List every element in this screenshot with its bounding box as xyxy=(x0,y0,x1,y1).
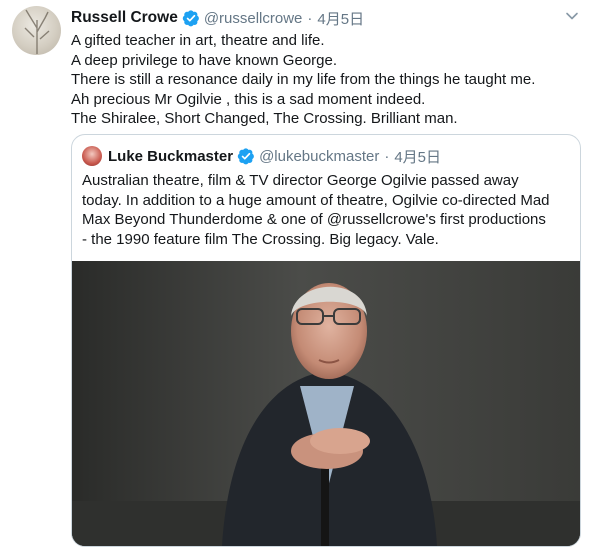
quoted-tweet-line: - the 1990 feature film The Crossing. Bi… xyxy=(82,230,439,248)
quoted-tweet-photo[interactable] xyxy=(72,261,580,546)
tweet-body: A gifted teacher in art, theatre and lif… xyxy=(71,31,571,129)
tweet-date[interactable]: 4月5日 xyxy=(317,8,364,29)
quoted-tweet-body: Australian theatre, film & TV director G… xyxy=(82,171,572,249)
author-handle[interactable]: @russellcrowe xyxy=(204,10,303,27)
separator-dot: · xyxy=(384,147,390,165)
tweet-header: Russell Crowe @russellcrowe · 4月5日 xyxy=(71,7,364,29)
quoted-tweet-line: Max Beyond Thunderdome & one of @russell… xyxy=(82,211,546,228)
tweet-line: There is still a resonance daily in my l… xyxy=(71,71,536,88)
author-name[interactable]: Russell Crowe xyxy=(71,9,178,27)
chevron-down-icon[interactable] xyxy=(564,8,580,24)
tweet-line: Ah precious Mr Ogilvie , this is a sad m… xyxy=(71,90,426,108)
quoted-author-name[interactable]: Luke Buckmaster xyxy=(108,148,233,165)
tweet-line: The Shiralee, Short Changed, The Crossin… xyxy=(71,110,458,127)
quoted-tweet-header: Luke Buckmaster @lukebuckmaster · 4月5日 xyxy=(82,145,441,167)
author-avatar[interactable] xyxy=(12,6,61,55)
quoted-tweet-line: Australian theatre, film & TV director G… xyxy=(82,172,519,189)
quoted-tweet-card[interactable]: Luke Buckmaster @lukebuckmaster · 4月5日 A… xyxy=(71,134,581,547)
quoted-author-avatar[interactable] xyxy=(82,146,102,166)
verified-badge-icon xyxy=(237,148,254,165)
quoted-tweet-line: today. In addition to a huge amount of t… xyxy=(82,191,550,209)
separator-dot: · xyxy=(307,9,313,27)
tweet-line: A deep privilege to have known George. xyxy=(71,51,338,69)
quoted-author-handle[interactable]: @lukebuckmaster xyxy=(259,148,379,165)
quoted-tweet-date[interactable]: 4月5日 xyxy=(394,146,441,167)
tweet-line: A gifted teacher in art, theatre and lif… xyxy=(71,32,325,49)
verified-badge-icon xyxy=(182,10,199,27)
